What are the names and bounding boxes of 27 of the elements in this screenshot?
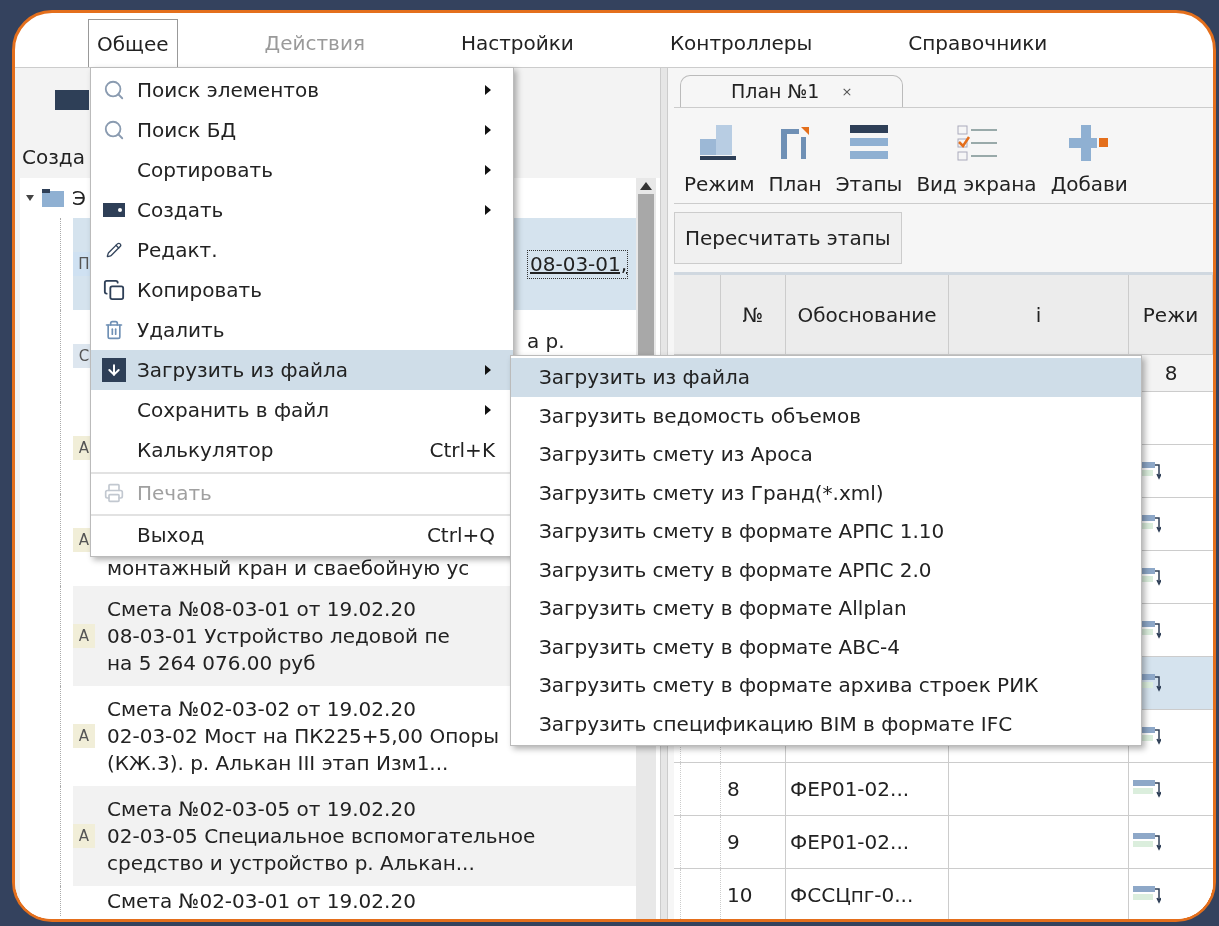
shortcut-text: Ctrl+Q bbox=[426, 522, 495, 549]
estimate-text: Смета №02-03-01 от 19.02.20 bbox=[107, 887, 416, 915]
estimate-text: Смета №08-03-01 от 19.02.20 bbox=[107, 595, 416, 623]
table-cell-text: 8 bbox=[1163, 360, 1179, 387]
row-number: 10 bbox=[727, 882, 753, 909]
estimate-text: 02-03-05 Специальное вспомогательное bbox=[107, 822, 536, 850]
row-number: 9 bbox=[727, 829, 740, 856]
estimate-text: 08-03-01 Устройство ледовой пе bbox=[107, 622, 450, 650]
estimate-text: на 5 264 076.00 руб bbox=[107, 649, 316, 677]
toolbar-label: Созда bbox=[22, 144, 85, 171]
table-cell-text: ФЕР01-02... bbox=[790, 829, 910, 856]
shortcut-text: Ctrl+K bbox=[429, 437, 495, 464]
estimate-text: 02-03-02 Мост на ПК225+5,00 Опоры bbox=[107, 722, 499, 750]
row-number: 8 bbox=[727, 776, 740, 803]
estimate-text: Смета №02-03-05 от 19.02.20 bbox=[107, 795, 416, 823]
estimate-text: Смета №02-03-02 от 19.02.20 bbox=[107, 695, 416, 723]
badge: А bbox=[73, 624, 95, 648]
tab-label: План №1 bbox=[731, 79, 820, 105]
table-cell-text: ФССЦпг-0... bbox=[790, 882, 914, 909]
estimate-text: монтажный кран и сваебойную ус bbox=[107, 555, 470, 582]
estimate-text: (КЖ.3). р. Алькан III этап Изм1... bbox=[107, 749, 449, 777]
estimate-text: средство и устройство р. Алькан... bbox=[107, 849, 475, 877]
estimate-text: 08-03-01, bbox=[527, 249, 629, 279]
badge: А bbox=[73, 724, 95, 748]
table-cell-text: ФЕР01-02... bbox=[790, 776, 910, 803]
estimate-text: а р. bbox=[527, 328, 565, 355]
badge: А bbox=[73, 824, 95, 848]
